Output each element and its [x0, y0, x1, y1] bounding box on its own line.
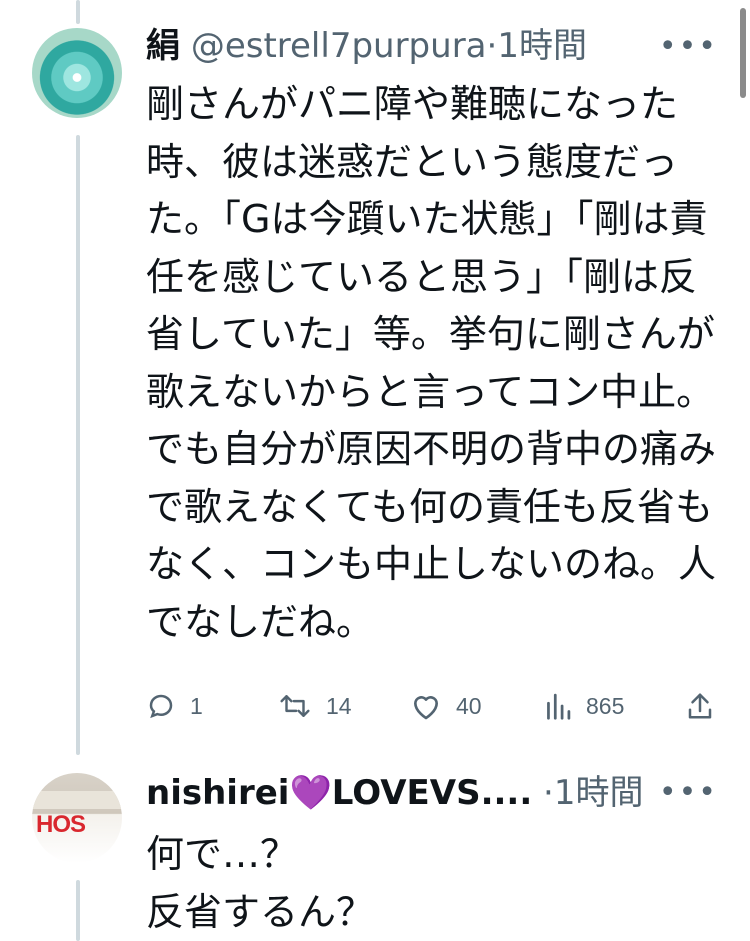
separator-dot: · [543, 773, 554, 813]
post-header: 絹 @estrell7purpura·1時間 [146, 24, 587, 68]
retweet-count: 14 [326, 692, 352, 719]
retweet-button[interactable]: 14 [278, 686, 352, 726]
share-icon [686, 691, 714, 721]
reply-icon [146, 691, 176, 721]
post-text: 何で…？ 反省するん？ [146, 832, 375, 934]
mug-band [32, 791, 122, 809]
avatar-mug-text: HOS [36, 811, 86, 838]
post-time[interactable]: 1時間 [497, 26, 587, 66]
post-actions: 1 14 40 865 [146, 686, 726, 726]
bar-chart-icon [544, 691, 572, 721]
avatar[interactable]: HOS [32, 773, 122, 863]
display-name[interactable]: nishirei💜LOVEVS.... [146, 773, 532, 813]
like-button[interactable]: 40 [410, 686, 482, 726]
thread-line-bottom [76, 880, 80, 941]
thread-line-top [76, 0, 80, 24]
post-time[interactable]: 1時間 [554, 773, 644, 813]
reply-count: 1 [190, 692, 203, 719]
views-button[interactable]: 865 [544, 686, 624, 726]
display-name-prefix: nishirei [146, 773, 290, 813]
like-count: 40 [456, 692, 482, 719]
display-name-suffix: LOVEVS.... [331, 773, 533, 813]
avatar[interactable] [32, 28, 122, 118]
share-button[interactable] [686, 686, 714, 726]
separator-dot: · [486, 26, 498, 66]
view-count: 865 [586, 692, 625, 719]
post-header: nishirei💜LOVEVS.... ·1時間 [146, 771, 644, 815]
thread-line [76, 135, 80, 755]
scrollbar[interactable] [740, 8, 746, 98]
more-options-icon[interactable]: ••• [659, 778, 718, 808]
user-handle[interactable]: @estrell7purpura [191, 26, 487, 66]
reply-button[interactable]: 1 [146, 686, 203, 726]
heart-icon [410, 691, 442, 721]
purple-heart-icon: 💜 [289, 773, 332, 813]
more-options-icon[interactable]: ••• [659, 32, 718, 62]
retweet-icon [278, 691, 312, 721]
post-text: 剛さんがパニ障や難聴になった時、彼は迷惑だという態度だった。「Gは今躓いた状態」… [146, 82, 717, 644]
display-name[interactable]: 絹 [146, 26, 180, 66]
